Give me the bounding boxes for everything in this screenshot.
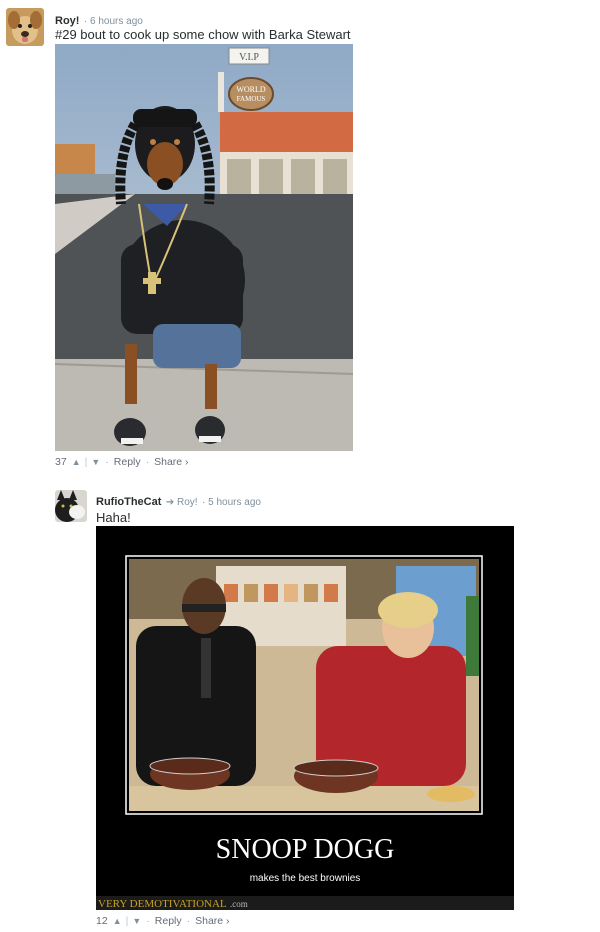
share-link[interactable]: Share › [154, 456, 188, 468]
vote-count: 37 [55, 456, 67, 468]
timestamp[interactable]: 6 hours ago [90, 16, 143, 27]
comment-image[interactable]: V.I.P WORLD FAMOUS [54, 44, 354, 451]
dog-photo: V.I.P WORLD FAMOUS [54, 44, 354, 451]
vote-count: 12 [96, 915, 108, 927]
caret-down-icon[interactable]: ▼ [91, 457, 100, 467]
footer-dot: · [146, 915, 150, 927]
reply-link[interactable]: Reply [114, 456, 141, 468]
watermark-suffix: .com [230, 899, 248, 909]
comment-text: Haha! [96, 510, 131, 525]
avatar[interactable] [6, 8, 44, 46]
comment-footer: 37 ▲ | ▼ · Reply · Share › [55, 456, 189, 468]
poster-caption: makes the best brownies [250, 873, 361, 884]
comment-image[interactable]: SNOOP DOGG makes the best brownies VERY … [96, 526, 514, 910]
caret-down-icon[interactable]: ▼ [132, 916, 141, 926]
comment-rufio: RufioTheCat ➔ Roy! · 5 hours ago Haha! S… [0, 480, 600, 932]
caret-up-icon[interactable]: ▲ [72, 457, 81, 467]
vote-divider: | [84, 456, 88, 468]
sign-famous: FAMOUS [237, 95, 266, 103]
share-link[interactable]: Share › [195, 915, 229, 927]
comment-roy: Roy! · 6 hours ago #29 bout to cook up s… [0, 0, 600, 480]
footer-dot: · [145, 456, 150, 468]
reply-to-link[interactable]: Roy! [177, 497, 198, 508]
poster: SNOOP DOGG makes the best brownies VERY … [96, 526, 514, 910]
vote-divider: | [125, 915, 129, 927]
author-name[interactable]: RufioTheCat [96, 496, 161, 508]
comment-footer: 12 ▲ | ▼ · Reply · Share › [96, 915, 230, 927]
reply-link[interactable]: Reply [155, 915, 182, 927]
sign-vip: V.I.P [239, 52, 259, 63]
caret-up-icon[interactable]: ▲ [113, 916, 122, 926]
footer-dot: · [186, 915, 191, 927]
footer-dot: · [105, 456, 109, 468]
comment-header: RufioTheCat ➔ Roy! · 5 hours ago [96, 492, 261, 510]
comment-text: #29 bout to cook up some chow with Barka… [55, 27, 351, 42]
poster-headline: SNOOP DOGG [216, 834, 395, 865]
avatar[interactable] [55, 490, 87, 522]
timestamp[interactable]: 5 hours ago [208, 497, 261, 508]
reply-arrow-icon: ➔ [165, 497, 178, 508]
author-name[interactable]: Roy! [55, 15, 79, 27]
watermark: VERY DEMOTIVATIONAL [98, 898, 227, 910]
sign-world: WORLD [236, 85, 266, 94]
